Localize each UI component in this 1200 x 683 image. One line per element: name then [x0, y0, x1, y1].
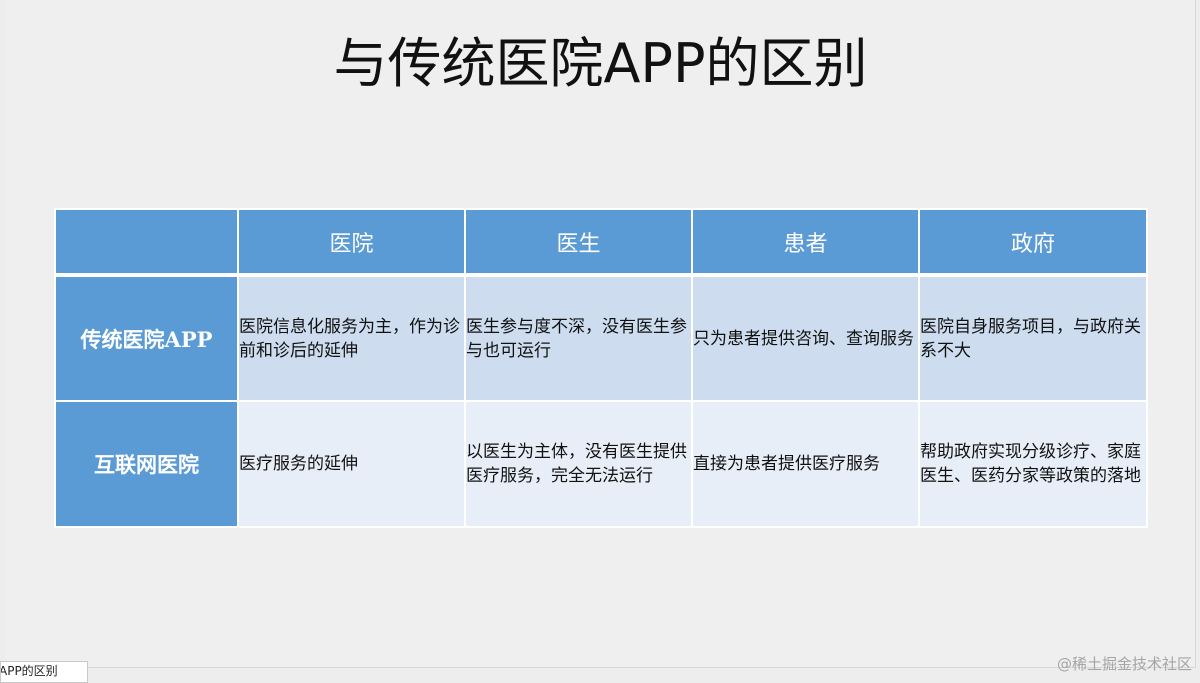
table-row: 传统医院APP 医院信息化服务为主，作为诊前和诊后的延伸 医生参与度不深，没有医…	[54, 274, 1148, 402]
header-government: 政府	[918, 208, 1148, 277]
header-hospital: 医院	[237, 208, 466, 277]
cell-traditional-doctor: 医生参与度不深，没有医生参与也可运行	[464, 274, 693, 402]
header-corner-cell	[54, 208, 239, 277]
cell-traditional-hospital: 医院信息化服务为主，作为诊前和诊后的延伸	[237, 274, 466, 402]
cell-internet-hospital: 医疗服务的延伸	[237, 400, 466, 528]
table-row: 互联网医院 医疗服务的延伸 以医生为主体，没有医生提供医疗服务，完全无法运行 直…	[54, 400, 1148, 528]
header-patient: 患者	[691, 208, 920, 277]
cell-internet-government: 帮助政府实现分级诊疗、家庭医生、医药分家等政策的落地	[918, 400, 1148, 528]
slide: 与传统医院APP的区别 医院 医生 患者 政府 传统医院APP 医院信息化服务为…	[5, 0, 1196, 668]
row-label-traditional-app: 传统医院APP	[54, 274, 239, 402]
row-label-internet-hospital: 互联网医院	[54, 400, 239, 528]
slide-tab-label[interactable]: APP的区别	[0, 661, 88, 683]
header-doctor: 医生	[464, 208, 693, 277]
cell-internet-doctor: 以医生为主体，没有医生提供医疗服务，完全无法运行	[464, 400, 693, 528]
cell-internet-patient: 直接为患者提供医疗服务	[691, 400, 920, 528]
cell-traditional-patient: 只为患者提供咨询、查询服务	[691, 274, 920, 402]
watermark: @稀土掘金技术社区	[1056, 655, 1192, 673]
comparison-table: 医院 医生 患者 政府 传统医院APP 医院信息化服务为主，作为诊前和诊后的延伸…	[54, 208, 1148, 528]
table-header-row: 医院 医生 患者 政府	[54, 208, 1148, 277]
cell-traditional-government: 医院自身服务项目，与政府关系不大	[918, 274, 1148, 402]
slide-title: 与传统医院APP的区别	[333, 32, 868, 95]
